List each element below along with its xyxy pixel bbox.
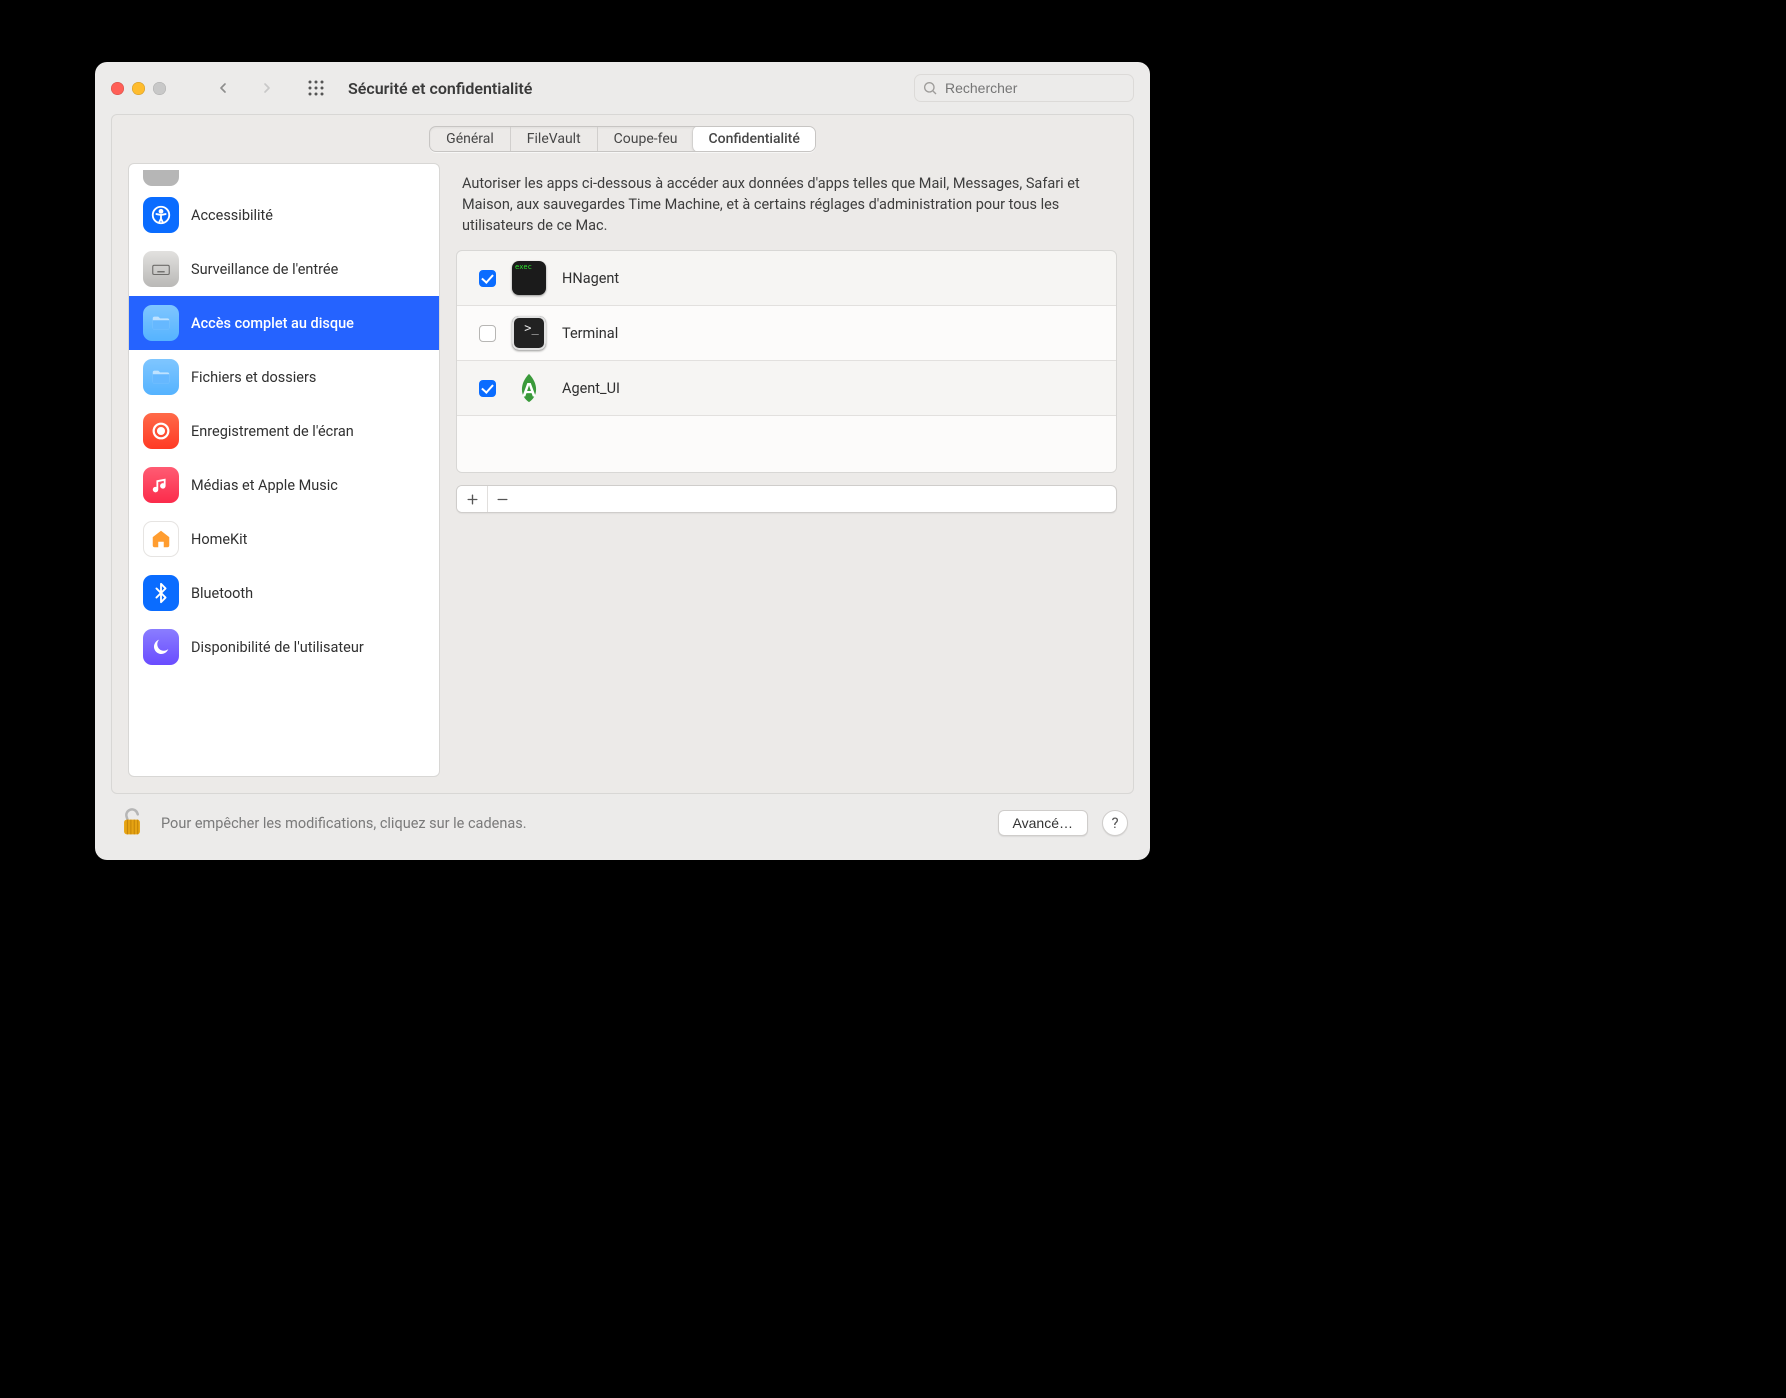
app-row[interactable]: exec HNagent [457, 251, 1116, 306]
app-row[interactable]: A Agent_UI [457, 361, 1116, 416]
generic-icon [143, 170, 179, 186]
sidebar-label: Accessibilité [191, 207, 273, 224]
record-icon [143, 413, 179, 449]
permission-description: Autoriser les apps ci-dessous à accéder … [456, 163, 1117, 250]
close-window-button[interactable] [111, 82, 124, 95]
keyboard-icon [143, 251, 179, 287]
app-checkbox-agent-ui[interactable] [479, 380, 496, 397]
add-remove-control [456, 485, 1117, 513]
app-checkbox-hnagent[interactable] [479, 270, 496, 287]
tab-general[interactable]: Général [430, 127, 510, 151]
app-name: HNagent [562, 270, 619, 287]
app-checkbox-terminal[interactable] [479, 325, 496, 342]
accessibility-icon [143, 197, 179, 233]
app-name: Agent_UI [562, 380, 620, 397]
add-app-button[interactable] [457, 486, 487, 512]
tab-privacy[interactable]: Confidentialité [693, 126, 816, 152]
zoom-window-button [153, 82, 166, 95]
terminal-exec-icon: exec [512, 261, 546, 295]
sidebar-item-files-folders[interactable]: Fichiers et dossiers [129, 350, 439, 404]
terminal-icon: >_ [512, 316, 546, 350]
sidebar-item-bluetooth[interactable]: Bluetooth [129, 566, 439, 620]
privacy-sidebar: Accessibilité Surveillance de l'entrée A… [128, 163, 440, 777]
sidebar-label: Disponibilité de l'utilisateur [191, 639, 364, 656]
bluetooth-icon [143, 575, 179, 611]
sidebar-item-screen-recording[interactable]: Enregistrement de l'écran [129, 404, 439, 458]
window-footer: Pour empêcher les modifications, cliquez… [95, 794, 1150, 860]
sidebar-item-homekit[interactable]: HomeKit [129, 512, 439, 566]
sidebar-label: Surveillance de l'entrée [191, 261, 338, 278]
agent-a-icon: A [512, 371, 546, 405]
music-icon [143, 467, 179, 503]
sidebar-item-input-monitoring[interactable]: Surveillance de l'entrée [129, 242, 439, 296]
advanced-button[interactable]: Avancé… [998, 810, 1088, 836]
sidebar-label: Accès complet au disque [191, 315, 354, 332]
moon-icon [143, 629, 179, 665]
sidebar-label: Médias et Apple Music [191, 477, 338, 494]
lock-message: Pour empêcher les modifications, cliquez… [161, 815, 527, 832]
tab-firewall[interactable]: Coupe-feu [597, 127, 694, 151]
app-row[interactable]: >_ Terminal [457, 306, 1116, 361]
show-all-prefs-button[interactable] [304, 76, 328, 100]
window-title: Sécurité et confidentialité [348, 79, 532, 98]
right-column: Autoriser les apps ci-dessous à accéder … [456, 163, 1117, 777]
content-row: Accessibilité Surveillance de l'entrée A… [112, 163, 1133, 793]
sidebar-item-full-disk-access[interactable]: Accès complet au disque [129, 296, 439, 350]
sidebar-item-media-apple-music[interactable]: Médias et Apple Music [129, 458, 439, 512]
sidebar-item-focus[interactable]: Disponibilité de l'utilisateur [129, 620, 439, 674]
search-wrap [914, 74, 1134, 102]
lock-button[interactable] [117, 804, 147, 842]
app-name: Terminal [562, 325, 618, 342]
forward-button[interactable] [252, 75, 282, 101]
sidebar-label: HomeKit [191, 531, 247, 548]
sidebar-item-accessibility[interactable]: Accessibilité [129, 188, 439, 242]
window-controls [111, 82, 166, 95]
sidebar-item-partial[interactable] [129, 168, 439, 188]
privacy-sidebar-scroll[interactable]: Accessibilité Surveillance de l'entrée A… [129, 168, 439, 776]
folder-icon [143, 305, 179, 341]
prefs-panel: Général FileVault Coupe-feu Confidential… [111, 114, 1134, 794]
tabs-segmented: Général FileVault Coupe-feu Confidential… [429, 126, 816, 152]
folder-icon [143, 359, 179, 395]
preferences-window: Sécurité et confidentialité Général File… [95, 62, 1150, 860]
tabs-row: Général FileVault Coupe-feu Confidential… [112, 115, 1133, 163]
sidebar-label: Fichiers et dossiers [191, 369, 316, 386]
app-permission-list: exec HNagent >_ Terminal A [456, 250, 1117, 473]
search-icon [922, 80, 938, 96]
svg-text:A: A [522, 380, 536, 402]
sidebar-label: Bluetooth [191, 585, 253, 602]
help-button[interactable]: ? [1102, 810, 1128, 836]
home-icon [143, 521, 179, 557]
remove-app-button[interactable] [487, 486, 517, 512]
minimize-window-button[interactable] [132, 82, 145, 95]
search-input[interactable] [914, 74, 1134, 102]
tab-filevault[interactable]: FileVault [510, 127, 597, 151]
app-row-empty [457, 416, 1116, 472]
sidebar-label: Enregistrement de l'écran [191, 423, 354, 440]
window-toolbar: Sécurité et confidentialité [95, 62, 1150, 114]
back-button[interactable] [208, 75, 238, 101]
